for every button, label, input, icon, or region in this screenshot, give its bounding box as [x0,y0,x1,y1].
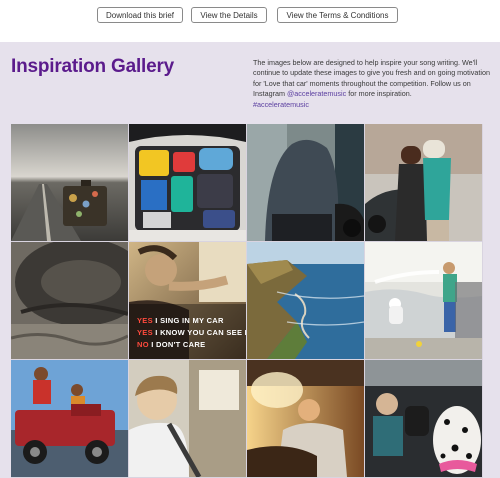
overlay-line-1: YES I SING IN MY CAR [137,316,224,325]
intro-suffix: for more inspiration. [348,89,412,99]
view-terms-button[interactable]: View the Terms & Conditions [277,7,398,23]
overlay-line-1-text: I SING IN MY CAR [152,316,224,325]
tile-worn-tire[interactable] [11,242,128,359]
view-details-button[interactable]: View the Details [191,7,267,23]
tile-dog-in-car[interactable] [365,360,482,477]
inspiration-gallery-section: Inspiration Gallery The images below are… [0,42,500,478]
tile-packed-trunk[interactable] [129,124,246,241]
tile-person-leaning-car[interactable] [247,124,364,241]
overlay-line-2: YES I KNOW YOU CAN SEE ME [137,328,246,337]
overlay-line-2-text: I KNOW YOU CAN SEE ME [155,328,246,337]
tile-coastal-road[interactable] [247,242,364,359]
overlay-line-2-prefix: YES [137,328,153,337]
hashtag-link[interactable]: #acceleratemusic [253,100,309,109]
hose-icon [365,242,482,359]
suitcase-on-road-icon [11,124,128,241]
coastline-icon [247,242,364,359]
gallery-title: Inspiration Gallery [11,56,175,77]
tile-child-in-car[interactable] [129,360,246,477]
tile-singing-in-car[interactable]: YES I SING IN MY CAR YES I KNOW YOU CAN … [129,242,246,359]
car-boot-icon [129,124,246,241]
sleeper-icon [247,360,364,477]
jeep-icon [11,360,128,477]
overlay-line-3-text: I DON'T CARE [148,340,206,349]
tile-road-luggage[interactable] [11,124,128,241]
top-bar: Download this brief View the Details Vie… [0,0,500,42]
person-icon [247,124,364,241]
child-icon [129,360,246,477]
image-grid: YES I SING IN MY CAR YES I KNOW YOU CAN … [11,124,483,478]
overlay-line-3: NO I DON'T CARE [137,340,205,349]
download-brief-button[interactable]: Download this brief [97,7,183,23]
tile-jeep-friends[interactable] [11,360,128,477]
tile-couple-kissing[interactable] [365,124,482,241]
overlay-line-3-prefix: NO [137,340,149,349]
gallery-intro: The images below are designed to help in… [253,58,493,110]
dalmatian-icon [365,360,482,477]
tire-icon [11,242,128,359]
instagram-handle-link[interactable]: @acceleratemusic [287,89,346,98]
tile-washing-car[interactable] [365,242,482,359]
tile-sleeping-in-car[interactable] [247,360,364,477]
couple-icon [365,124,482,241]
overlay-line-1-prefix: YES [137,316,153,325]
